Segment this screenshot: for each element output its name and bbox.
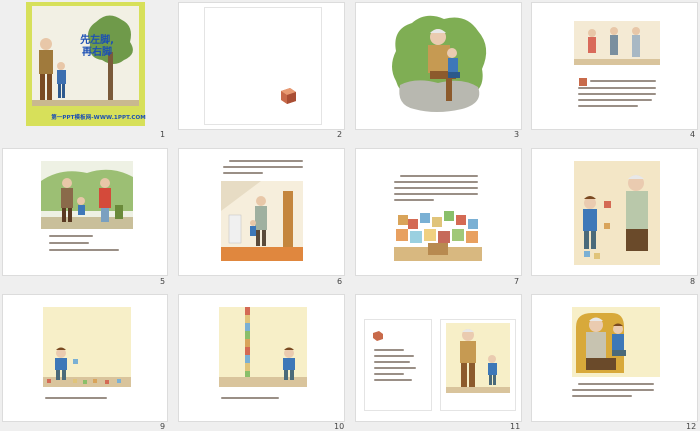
text-line [578, 93, 656, 95]
slide-thumbnail-1[interactable]: 先左脚, 再右脚 第一PPT模板网-WWW.1PPT.COM [26, 2, 146, 126]
slide-thumbnail-9[interactable] [2, 294, 168, 422]
slide-number-2: 2 [337, 130, 343, 139]
grandpa-bench-illustration [392, 15, 487, 112]
slide-number-5: 5 [160, 277, 166, 286]
slide-number-6: 6 [337, 277, 343, 286]
text-line [374, 355, 414, 357]
slide-number-4: 4 [690, 130, 696, 139]
text-line [374, 361, 410, 363]
block-illustration [281, 88, 296, 104]
slide-number-8: 8 [690, 277, 696, 286]
text-line [578, 99, 652, 101]
text-line [223, 172, 263, 174]
slide-number-12: 12 [686, 422, 697, 431]
text-line [374, 367, 416, 369]
text-line [572, 395, 632, 397]
family-illustration [574, 21, 660, 65]
text-line [578, 87, 656, 89]
grandpa-boy-blocks-illustration [574, 161, 660, 265]
cover-illustration [32, 6, 139, 106]
slide-thumbnail-3[interactable] [355, 2, 522, 130]
text-line [45, 397, 107, 399]
slide-thumbnail-10[interactable] [178, 294, 345, 422]
text-line [578, 105, 638, 107]
text-line [229, 160, 303, 162]
text-line [394, 193, 478, 195]
text-line [221, 397, 279, 399]
text-line [374, 349, 404, 351]
toy-blocks-illustration [394, 211, 482, 261]
text-line [374, 373, 404, 375]
text-line [400, 175, 478, 177]
slide-number-10: 10 [334, 422, 345, 431]
text-line [394, 199, 434, 201]
text-line [223, 166, 303, 168]
slide-thumbnail-4[interactable] [531, 2, 698, 130]
block-tower-illustration [219, 307, 307, 387]
text-line [590, 80, 656, 82]
slide-number-1: 1 [160, 130, 166, 139]
cover-footer-text: 第一PPT模板网-WWW.1PPT.COM [51, 115, 146, 121]
text-line [394, 181, 478, 183]
slide-number-9: 9 [160, 422, 166, 431]
attic-illustration [221, 181, 303, 261]
cover-title-line-2: 再右脚 [82, 47, 112, 58]
slide-thumbnail-2[interactable] [178, 2, 345, 130]
walking-family-illustration [41, 161, 133, 229]
text-line [572, 389, 654, 391]
cover-title: 先左脚, 再右脚 [69, 35, 125, 59]
slide-thumbnail-8[interactable] [531, 148, 698, 276]
text-line [49, 242, 89, 244]
text-line [394, 187, 478, 189]
slide-number-7: 7 [514, 277, 520, 286]
slide-2-page [204, 7, 322, 125]
slide-thumbnail-11[interactable] [355, 294, 522, 422]
slide-thumbnail-7[interactable] [355, 148, 522, 276]
grandpa-hug-illustration [572, 307, 660, 377]
slide-number-3: 3 [514, 130, 520, 139]
block-icon [373, 331, 383, 341]
text-line [49, 235, 93, 237]
slide-thumbnail-5[interactable] [2, 148, 168, 276]
grandpa-boy-standing-illustration [446, 323, 510, 393]
text-line [578, 383, 654, 385]
cover-title-line-1: 先左脚, [80, 35, 114, 46]
slide-thumbnail-6[interactable] [178, 148, 345, 276]
boy-blocks-scene-illustration [43, 307, 131, 387]
block-icon [579, 78, 587, 86]
slide-thumbnail-12[interactable] [531, 294, 698, 422]
slide-number-11: 11 [510, 422, 521, 431]
slide-sorter-grid: 先左脚, 再右脚 第一PPT模板网-WWW.1PPT.COM 1 2 3 4 5… [0, 0, 700, 431]
text-line [49, 249, 119, 251]
text-line [374, 379, 412, 381]
